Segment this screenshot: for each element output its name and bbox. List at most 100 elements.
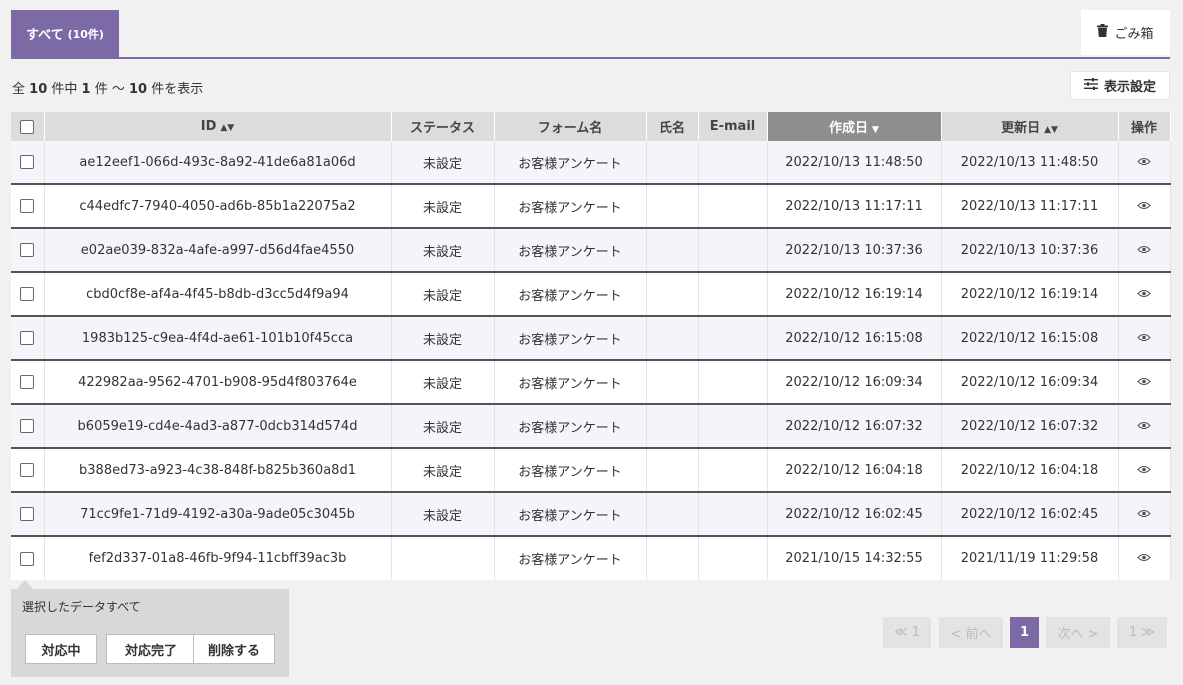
cell-name bbox=[646, 492, 699, 537]
table-row: c44edfc7-7940-4050-ad6b-85b1a22075a2 未設定… bbox=[11, 184, 1171, 229]
cell-id: fef2d337-01a8-46fb-9f94-11cbff39ac3b bbox=[44, 536, 392, 580]
row-checkbox[interactable] bbox=[20, 507, 35, 521]
column-header-created[interactable]: 作成日 ▼ bbox=[767, 112, 942, 141]
cell-actions bbox=[1118, 448, 1171, 493]
column-header-actions: 操作 bbox=[1118, 112, 1171, 141]
view-eye-icon[interactable] bbox=[1137, 551, 1151, 566]
view-eye-icon[interactable] bbox=[1137, 375, 1151, 390]
view-eye-icon[interactable] bbox=[1137, 199, 1151, 214]
view-eye-icon[interactable] bbox=[1137, 287, 1151, 302]
cell-updated: 2022/10/12 16:19:14 bbox=[941, 272, 1119, 317]
cell-email bbox=[698, 141, 768, 185]
column-header-status: ステータス bbox=[391, 112, 495, 141]
cell-actions bbox=[1118, 536, 1171, 580]
pagination-first[interactable]: ≪ 1 bbox=[883, 617, 931, 648]
tab-all[interactable]: すべて (10件) bbox=[11, 10, 119, 57]
trash-label: ごみ箱 bbox=[1114, 27, 1154, 42]
row-checkbox[interactable] bbox=[20, 199, 35, 213]
summary-total: 10 bbox=[29, 82, 48, 97]
table-row: 1983b125-c9ea-4f4d-ae61-101b10f45cca 未設定… bbox=[11, 316, 1171, 361]
row-select-cell bbox=[11, 184, 45, 229]
summary-mid2: 件 〜 bbox=[94, 82, 125, 97]
cell-id: 422982aa-9562-4701-b908-95d4f803764e bbox=[44, 360, 392, 405]
cell-form: お客様アンケート bbox=[494, 228, 647, 273]
cell-id: b388ed73-a923-4c38-848f-b825b360a8d1 bbox=[44, 448, 392, 493]
cell-actions bbox=[1118, 492, 1171, 537]
cell-name bbox=[646, 184, 699, 229]
display-settings-button[interactable]: 表示設定 bbox=[1070, 71, 1170, 100]
row-checkbox[interactable] bbox=[20, 419, 35, 433]
mark-done-button[interactable]: 対応完了 bbox=[106, 634, 196, 664]
cell-status: 未設定 bbox=[391, 272, 495, 317]
row-select-cell bbox=[11, 536, 45, 580]
cell-name bbox=[646, 272, 699, 317]
view-eye-icon[interactable] bbox=[1137, 507, 1151, 522]
column-header-updated[interactable]: 更新日 ▲▼ bbox=[941, 112, 1119, 141]
cell-email bbox=[698, 316, 768, 361]
cell-email bbox=[698, 360, 768, 405]
cell-created: 2021/10/15 14:32:55 bbox=[767, 536, 942, 580]
row-checkbox[interactable] bbox=[20, 331, 35, 345]
table-header-row: ID ▲▼ ステータス フォーム名 氏名 E-mail 作成日 ▼ 更新日 ▲▼ 操作 bbox=[11, 112, 1171, 141]
cell-status: 未設定 bbox=[391, 228, 495, 273]
row-checkbox[interactable] bbox=[20, 287, 35, 301]
cell-status: 未設定 bbox=[391, 141, 495, 185]
view-eye-icon[interactable] bbox=[1137, 243, 1151, 258]
summary-suffix: 件を表示 bbox=[151, 82, 204, 97]
pagination-last[interactable]: 1 ≫ bbox=[1117, 617, 1167, 648]
cell-name bbox=[646, 141, 699, 185]
row-checkbox[interactable] bbox=[20, 551, 35, 566]
cell-form: お客様アンケート bbox=[494, 360, 647, 405]
cell-created: 2022/10/12 16:19:14 bbox=[767, 272, 942, 317]
cell-id: b6059e19-cd4e-4ad3-a877-0dcb314d574d bbox=[44, 404, 392, 449]
row-select-cell bbox=[11, 448, 45, 493]
trash-tab[interactable]: ごみ箱 bbox=[1081, 10, 1170, 55]
cell-name bbox=[646, 536, 699, 580]
view-eye-icon[interactable] bbox=[1137, 463, 1151, 478]
table-row: 71cc9fe1-71d9-4192-a30a-9ade05c3045b 未設定… bbox=[11, 492, 1171, 537]
cell-id: 71cc9fe1-71d9-4192-a30a-9ade05c3045b bbox=[44, 492, 392, 537]
cell-updated: 2022/10/12 16:02:45 bbox=[941, 492, 1119, 537]
table-row: e02ae039-832a-4afe-a997-d56d4fae4550 未設定… bbox=[11, 228, 1171, 273]
mark-in-progress-button[interactable]: 対応中 bbox=[25, 634, 97, 664]
column-header-id[interactable]: ID ▲▼ bbox=[44, 112, 392, 141]
tab-all-label: すべて bbox=[26, 28, 64, 43]
pagination-next[interactable]: 次へ > bbox=[1046, 617, 1110, 648]
cell-email bbox=[698, 536, 768, 580]
cell-updated: 2021/11/19 11:29:58 bbox=[941, 536, 1119, 580]
cell-actions bbox=[1118, 360, 1171, 405]
sort-icon: ▲▼ bbox=[1044, 125, 1058, 135]
sort-icon: ▲▼ bbox=[220, 123, 235, 133]
display-settings-label: 表示設定 bbox=[1103, 80, 1156, 95]
column-header-form: フォーム名 bbox=[494, 112, 647, 141]
delete-button[interactable]: 削除する bbox=[193, 634, 275, 664]
row-checkbox[interactable] bbox=[20, 243, 35, 257]
cell-created: 2022/10/12 16:09:34 bbox=[767, 360, 942, 405]
select-all-header bbox=[11, 112, 45, 141]
row-checkbox[interactable] bbox=[20, 155, 35, 169]
column-label-email: E-mail bbox=[709, 119, 756, 134]
view-eye-icon[interactable] bbox=[1137, 419, 1151, 434]
cell-id: cbd0cf8e-af4a-4f45-b8db-d3cc5d4f9a94 bbox=[44, 272, 392, 317]
cell-actions bbox=[1118, 141, 1171, 185]
cell-form: お客様アンケート bbox=[494, 141, 647, 185]
cell-updated: 2022/10/12 16:07:32 bbox=[941, 404, 1119, 449]
table-row: 422982aa-9562-4701-b908-95d4f803764e 未設定… bbox=[11, 360, 1171, 405]
column-label-status: ステータス bbox=[409, 121, 475, 136]
row-checkbox[interactable] bbox=[20, 375, 35, 389]
view-eye-icon[interactable] bbox=[1137, 331, 1151, 346]
cell-form: お客様アンケート bbox=[494, 272, 647, 317]
pagination-current-page[interactable]: 1 bbox=[1010, 617, 1039, 648]
cell-created: 2022/10/12 16:15:08 bbox=[767, 316, 942, 361]
pagination-prev[interactable]: < 前へ bbox=[939, 617, 1003, 648]
select-all-checkbox[interactable] bbox=[20, 119, 35, 134]
column-header-email: E-mail bbox=[698, 112, 768, 141]
row-checkbox[interactable] bbox=[20, 463, 35, 477]
table-row: b388ed73-a923-4c38-848f-b825b360a8d1 未設定… bbox=[11, 448, 1171, 493]
view-eye-icon[interactable] bbox=[1137, 155, 1151, 170]
cell-actions bbox=[1118, 316, 1171, 361]
table-body: ae12eef1-066d-493c-8a92-41de6a81a06d 未設定… bbox=[11, 141, 1171, 580]
cell-form: お客様アンケート bbox=[494, 448, 647, 493]
submissions-table: ID ▲▼ ステータス フォーム名 氏名 E-mail 作成日 ▼ 更新日 ▲▼ 操作… bbox=[11, 112, 1171, 580]
row-select-cell bbox=[11, 360, 45, 405]
